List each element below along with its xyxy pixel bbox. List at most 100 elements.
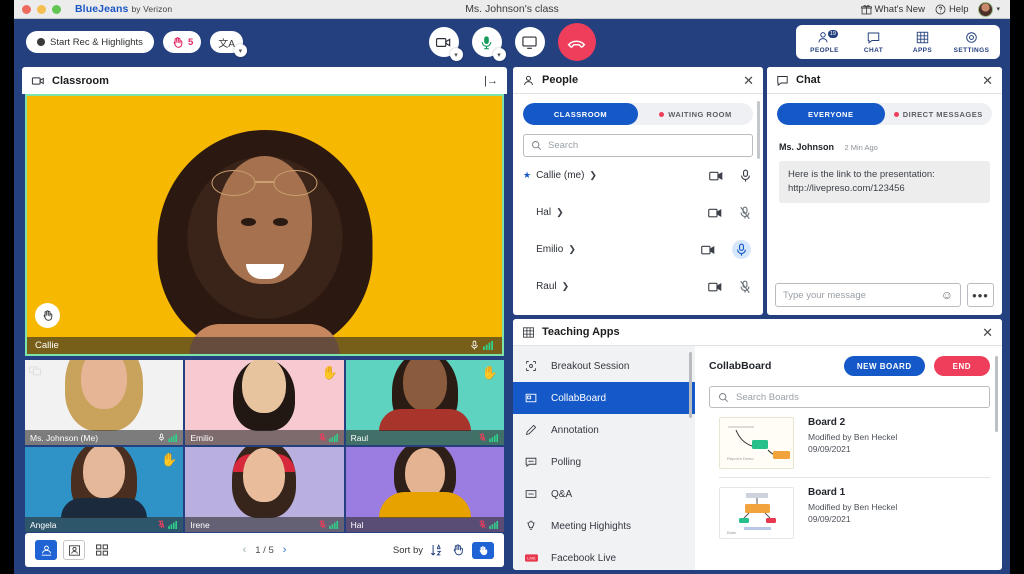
new-board-button[interactable]: NEW BOARD [843,356,925,376]
microphone-icon [158,433,165,442]
board-name: Board 1 [808,487,846,498]
thumbnail-name: Emilio [190,432,214,443]
grid-apps-icon [522,326,535,339]
video-camera-icon[interactable] [708,281,723,293]
smiley-icon[interactable]: ☺ [941,288,953,302]
chat-bubble-icon [776,74,789,87]
people-badge: 19 [827,30,838,38]
chevron-left-icon[interactable]: ‹ [243,544,247,556]
microphone-muted-icon [318,520,326,529]
nav-chat-button[interactable]: CHAT [849,28,898,56]
status-dot [659,111,665,117]
raise-hand-count-button[interactable]: 5 [162,31,202,53]
microphone-muted-icon[interactable] [739,280,751,294]
chevron-down-icon[interactable]: ▾ [233,44,247,57]
collabboard-header: CollabBoard NEW BOARD END [709,356,990,376]
close-icon[interactable]: ✕ [982,326,993,339]
sort-hand-selected-button[interactable] [472,541,494,559]
chat-message-input[interactable]: Type your message ☺ [775,283,961,307]
thumbnail-tile[interactable]: ✋ Angela [25,447,184,532]
participant-controls [709,169,751,183]
people-scrollbar[interactable] [757,101,760,159]
polling-icon [525,456,540,468]
video-camera-icon[interactable] [701,244,716,256]
speaker-name: Callie [35,340,59,351]
participant-row[interactable]: ★ Emilio ❯ [513,231,763,268]
close-icon[interactable]: ✕ [743,74,754,87]
tab-waiting-room[interactable]: WAITING ROOM [638,103,753,125]
layout-grid-button[interactable] [91,540,113,560]
board-list-item[interactable]: Report's Demo Board 2 Modified by Ben He… [709,408,990,477]
app-item-facebook-live[interactable]: LIVE Facebook Live [513,542,695,570]
thumbnail-tile[interactable]: Hal [345,447,504,532]
chevron-down-icon[interactable]: ▾ [449,48,463,61]
microphone-icon[interactable] [740,169,751,183]
chevron-right-icon[interactable]: ❯ [568,244,576,255]
end-button[interactable]: END [933,356,990,376]
microphone-muted-icon [158,520,165,529]
thumbnail-tile[interactable]: ✋ Raul [345,360,504,445]
board-modified-by: Modified by Ben Heckel [808,432,898,442]
video-camera-icon[interactable] [708,207,723,219]
chevron-right-icon[interactable]: ❯ [589,170,597,181]
tab-classroom[interactable]: CLASSROOM [523,103,638,125]
participant-row[interactable]: ★ Hal ❯ [513,194,763,231]
tab-direct-messages[interactable]: DIRECT MESSAGES [885,103,993,125]
app-item-meeting-highlights[interactable]: Meeting Highights [513,510,695,542]
raised-hand-icon [35,303,60,328]
people-search-input[interactable]: Search [523,134,753,157]
participant-row[interactable]: ★ Callie (me) ❯ [513,157,763,194]
app-item-breakout-session[interactable]: Breakout Session [513,350,695,382]
tab-everyone[interactable]: EVERYONE [777,103,885,125]
participant-thumbnail-grid: Ms. Johnson (Me) ✋ Emilio ✋ Raul ✋ Angel… [25,360,504,532]
nav-people-button[interactable]: 19 PEOPLE [800,28,849,56]
thumbnail-tile[interactable]: Ms. Johnson (Me) [25,360,184,445]
main-speaker-tile[interactable]: Callie [25,94,504,356]
chevron-right-icon[interactable]: ❯ [562,281,570,292]
microphone-icon[interactable] [732,240,751,259]
thumbnail-tile[interactable]: ✋ Emilio [185,360,344,445]
chevron-right-icon[interactable]: › [283,544,287,556]
tab-direct-messages-label: DIRECT MESSAGES [902,109,983,119]
facebook-live-icon: LIVE [525,554,540,562]
microphone-toggle-button[interactable]: ▾ [471,27,506,61]
chevron-right-icon[interactable]: ❯ [556,207,564,218]
chat-more-button[interactable]: ••• [967,283,994,307]
close-icon[interactable]: ✕ [982,74,993,87]
participant-row[interactable]: ★ Raul ❯ [513,268,763,305]
search-icon [718,392,729,403]
meeting-toolbar: Start Rec & Highlights 5 文A ▾ ▾ ▾ 19 PEO… [14,19,1010,65]
video-camera-icon[interactable] [709,170,724,182]
app-item-polling[interactable]: Polling [513,446,695,478]
chevron-down-icon[interactable]: ▾ [492,48,506,61]
thumbnail-tile[interactable]: Irene [185,447,344,532]
sort-hand-button[interactable] [451,543,465,557]
sort-alphabetical-button[interactable] [430,543,444,557]
app-item-collabboard[interactable]: CollabBoard [513,382,695,414]
pin-layout-icon[interactable] [29,364,42,377]
microphone-muted-icon[interactable] [739,206,751,220]
layout-speaker-button[interactable] [35,540,57,560]
app-item-qa[interactable]: Q&A [513,478,695,510]
nav-settings-button[interactable]: SETTINGS [947,28,996,56]
camera-toggle-button[interactable]: ▾ [428,27,463,61]
app-item-annotation[interactable]: Annotation [513,414,695,446]
expand-right-icon[interactable]: |→ [484,75,498,87]
nav-settings-label: SETTINGS [953,47,990,54]
start-recording-button[interactable]: Start Rec & Highlights [26,31,154,53]
apps-nav-scrollbar[interactable] [689,352,692,418]
panel-nav-group: 19 PEOPLE CHAT APPS SETTINGS [796,25,1000,59]
nav-apps-button[interactable]: APPS [898,28,947,56]
layout-single-button[interactable] [63,540,85,560]
share-screen-button[interactable] [514,27,545,57]
language-button[interactable]: 文A ▾ [210,31,247,57]
participant-name: Hal [536,207,552,218]
board-list-item[interactable]: Brain Board 1 Modified by Ben Heckel 09/… [719,477,990,547]
collabboard-scrollbar[interactable] [995,356,998,432]
board-search-input[interactable]: Search Boards [709,386,990,408]
star-icon: ★ [523,170,532,180]
sort-controls: Sort by [393,541,494,559]
end-call-button[interactable] [557,23,596,61]
message-time: 2 Min Ago [844,143,878,152]
classroom-bottom-bar: ‹ 1 / 5 › Sort by [25,533,504,567]
